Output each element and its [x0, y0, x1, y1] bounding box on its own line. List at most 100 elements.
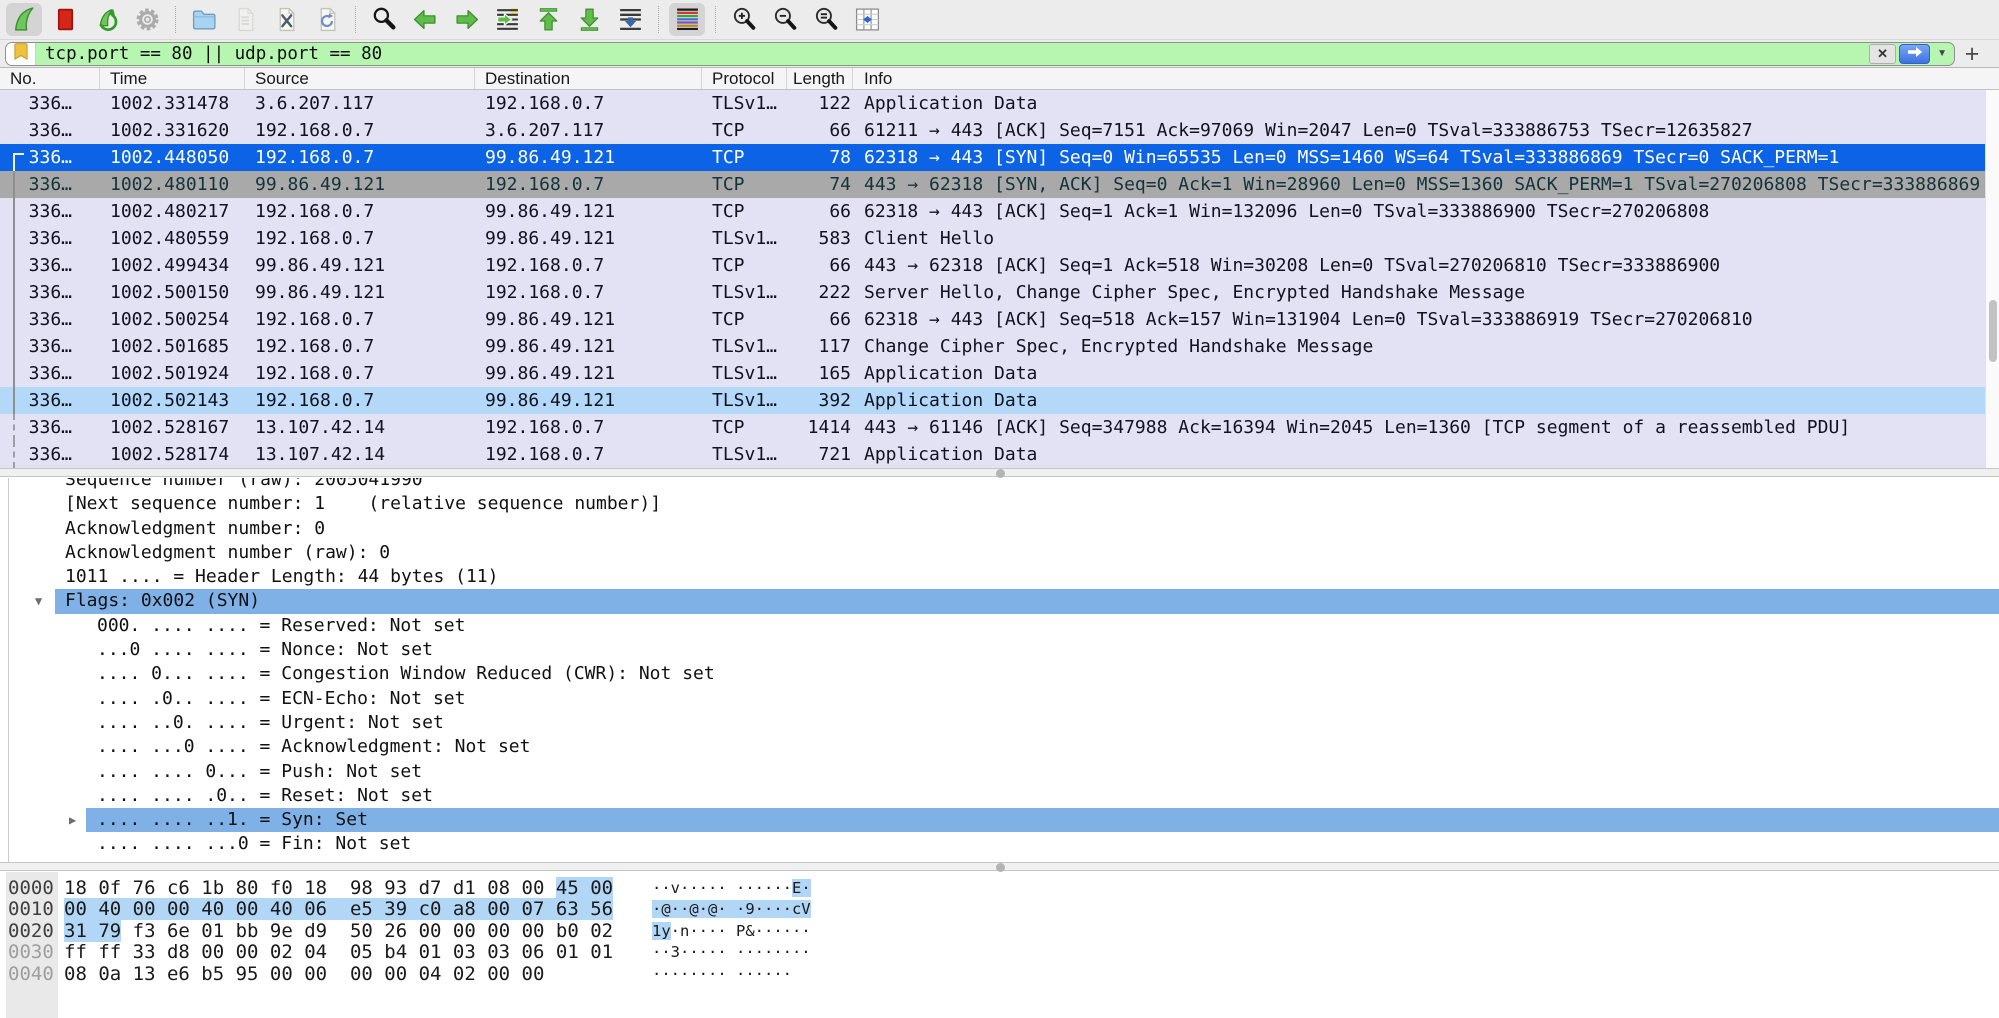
detail-line[interactable]: .... .... ...0 = Fin: Not set — [0, 832, 1999, 856]
col-destination: 192.168.0.7 — [475, 414, 702, 441]
col-info: Application Data — [853, 441, 1985, 468]
packet-list-scrollbar[interactable] — [1985, 90, 1999, 468]
clear-filter-button[interactable]: ✕ — [1869, 44, 1896, 64]
header-no[interactable]: No. — [0, 68, 100, 89]
pane-splitter-top[interactable] — [0, 468, 1999, 477]
detail-line[interactable]: .... .... 0... = Push: Not set — [0, 760, 1999, 784]
detail-line[interactable]: Acknowledgment number (raw): 0 — [0, 541, 1999, 565]
hex-ascii: ·@··@·@· ·9····cV — [652, 899, 811, 920]
goto-icon — [494, 6, 521, 33]
col-no: 336… — [0, 333, 100, 360]
col-time: 1002.500150 — [100, 279, 245, 306]
reload-capture-file-button[interactable] — [309, 3, 345, 36]
detail-line[interactable]: 000. .... .... = Reserved: Not set — [0, 614, 1999, 638]
detail-line[interactable]: 1011 .... = Header Length: 44 bytes (11) — [0, 565, 1999, 589]
packet-row[interactable]: 336…1002.502143192.168.0.799.86.49.121TL… — [0, 387, 1985, 414]
go-last-packet-button[interactable] — [571, 3, 607, 36]
folder-icon — [191, 6, 218, 33]
open-capture-file-button[interactable] — [186, 3, 222, 36]
header-destination[interactable]: Destination — [475, 68, 702, 89]
colorize-packets-button[interactable] — [669, 3, 705, 36]
col-destination: 99.86.49.121 — [475, 360, 702, 387]
hex-line[interactable]: 001000 40 00 00 40 00 40 06 e5 39 c0 a8 … — [0, 899, 1999, 920]
go-to-packet-button[interactable] — [489, 3, 525, 36]
toolbar-separator — [715, 6, 716, 33]
expand-icon[interactable]: ▶ — [69, 808, 76, 832]
detail-line[interactable]: ▼Flags: 0x002 (SYN) — [0, 589, 1999, 613]
gear-icon — [134, 6, 161, 33]
packet-row[interactable]: 336…1002.52816713.107.42.14192.168.0.7TC… — [0, 414, 1985, 441]
zoom-out-button[interactable] — [767, 3, 803, 36]
main-toolbar — [0, 0, 1999, 40]
packet-row[interactable]: 336…1002.480559192.168.0.799.86.49.121TL… — [0, 225, 1985, 252]
hex-line[interactable]: 004008 0a 13 e6 b5 95 00 00 00 00 04 02 … — [0, 964, 1999, 985]
hex-line[interactable]: 002031 79 f3 6e 01 bb 9e d9 50 26 00 00 … — [0, 921, 1999, 942]
hex-line[interactable]: 000018 0f 76 c6 1b 80 f0 18 98 93 d7 d1 … — [0, 878, 1999, 899]
header-time[interactable]: Time — [100, 68, 245, 89]
find-packet-button[interactable] — [366, 3, 402, 36]
header-length[interactable]: Length — [787, 68, 853, 89]
detail-line[interactable]: .... .... .0.. = Reset: Not set — [0, 784, 1999, 808]
detail-line[interactable]: Sequence number (raw): 2005041990 — [0, 478, 1999, 492]
apply-filter-button[interactable] — [1899, 44, 1930, 64]
go-next-packet-button[interactable] — [448, 3, 484, 36]
filter-history-dropdown[interactable]: ▼ — [1937, 48, 1947, 59]
filter-bookmark-button[interactable] — [6, 43, 36, 65]
col-length: 66 — [787, 252, 853, 279]
packet-row[interactable]: 336…1002.501685192.168.0.799.86.49.121TL… — [0, 333, 1985, 360]
col-time: 1002.448050 — [100, 144, 245, 171]
packet-row[interactable]: 336…1002.448050192.168.0.799.86.49.121TC… — [0, 144, 1985, 171]
zoom-reset-button[interactable] — [808, 3, 844, 36]
packet-row[interactable]: 336…1002.331620192.168.0.73.6.207.117TCP… — [0, 117, 1985, 144]
go-previous-packet-button[interactable] — [407, 3, 443, 36]
file-save-icon — [232, 6, 259, 33]
detail-line[interactable]: .... ..0. .... = Urgent: Not set — [0, 711, 1999, 735]
packet-row[interactable]: 336…1002.48011099.86.49.121192.168.0.7TC… — [0, 171, 1985, 198]
col-info: 61211 → 443 [ACK] Seq=7151 Ack=97069 Win… — [853, 117, 1985, 144]
packet-row[interactable]: 336…1002.49943499.86.49.121192.168.0.7TC… — [0, 252, 1985, 279]
col-protocol: TLSv1… — [702, 225, 787, 252]
col-source: 99.86.49.121 — [245, 171, 475, 198]
zoom-in-button[interactable] — [726, 3, 762, 36]
resize-columns-button[interactable] — [849, 3, 885, 36]
capture-options-button[interactable] — [129, 3, 165, 36]
packet-row[interactable]: 336…1002.501924192.168.0.799.86.49.121TL… — [0, 360, 1985, 387]
header-info[interactable]: Info — [853, 68, 1999, 89]
auto-scroll-button[interactable] — [612, 3, 648, 36]
col-protocol: TCP — [702, 198, 787, 225]
packet-row[interactable]: 336…1002.52817413.107.42.14192.168.0.7TL… — [0, 441, 1985, 468]
restart-capture-button[interactable] — [88, 3, 124, 36]
scrollbar-thumb[interactable] — [1989, 300, 1997, 362]
hex-offset: 0040 — [8, 964, 54, 985]
detail-line[interactable]: .... 0... .... = Congestion Window Reduc… — [0, 662, 1999, 686]
col-time: 1002.528167 — [100, 414, 245, 441]
col-protocol: TCP — [702, 171, 787, 198]
collapse-icon[interactable]: ▼ — [35, 589, 42, 613]
packet-row[interactable]: 336…1002.3314783.6.207.117192.168.0.7TLS… — [0, 90, 1985, 117]
col-protocol: TLSv1… — [702, 441, 787, 468]
stop-capture-button[interactable] — [47, 3, 83, 36]
detail-line[interactable]: .... .0.. .... = ECN-Echo: Not set — [0, 687, 1999, 711]
col-protocol: TCP — [702, 117, 787, 144]
hex-line[interactable]: 0030ff ff 33 d8 00 00 02 04 05 b4 01 03 … — [0, 942, 1999, 963]
packet-row[interactable]: 336…1002.500254192.168.0.799.86.49.121TC… — [0, 306, 1985, 333]
detail-line[interactable]: ...0 .... .... = Nonce: Not set — [0, 638, 1999, 662]
detail-line[interactable]: [Next sequence number: 1 (relative seque… — [0, 492, 1999, 516]
detail-text: ...0 .... .... = Nonce: Not set — [0, 638, 433, 662]
detail-line[interactable]: ▶.... .... ..1. = Syn: Set — [0, 808, 1999, 832]
detail-text: [Next sequence number: 1 (relative seque… — [0, 492, 661, 516]
header-protocol[interactable]: Protocol — [702, 68, 787, 89]
packet-row[interactable]: 336…1002.50015099.86.49.121192.168.0.7TL… — [0, 279, 1985, 306]
detail-line[interactable]: Acknowledgment number: 0 — [0, 517, 1999, 541]
add-filter-button[interactable]: + — [1955, 42, 1989, 66]
detail-line[interactable]: .... ...0 .... = Acknowledgment: Not set — [0, 735, 1999, 759]
display-filter-input[interactable]: tcp.port == 80 || udp.port == 80 ✕ ▼ — [5, 42, 1955, 66]
col-source: 13.107.42.14 — [245, 441, 475, 468]
header-source[interactable]: Source — [245, 68, 475, 89]
go-first-packet-button[interactable] — [530, 3, 566, 36]
pane-splitter-bottom[interactable] — [0, 862, 1999, 871]
col-time: 1002.480217 — [100, 198, 245, 225]
close-capture-file-button[interactable] — [268, 3, 304, 36]
start-capture-button[interactable] — [6, 3, 42, 36]
packet-row[interactable]: 336…1002.480217192.168.0.799.86.49.121TC… — [0, 198, 1985, 225]
